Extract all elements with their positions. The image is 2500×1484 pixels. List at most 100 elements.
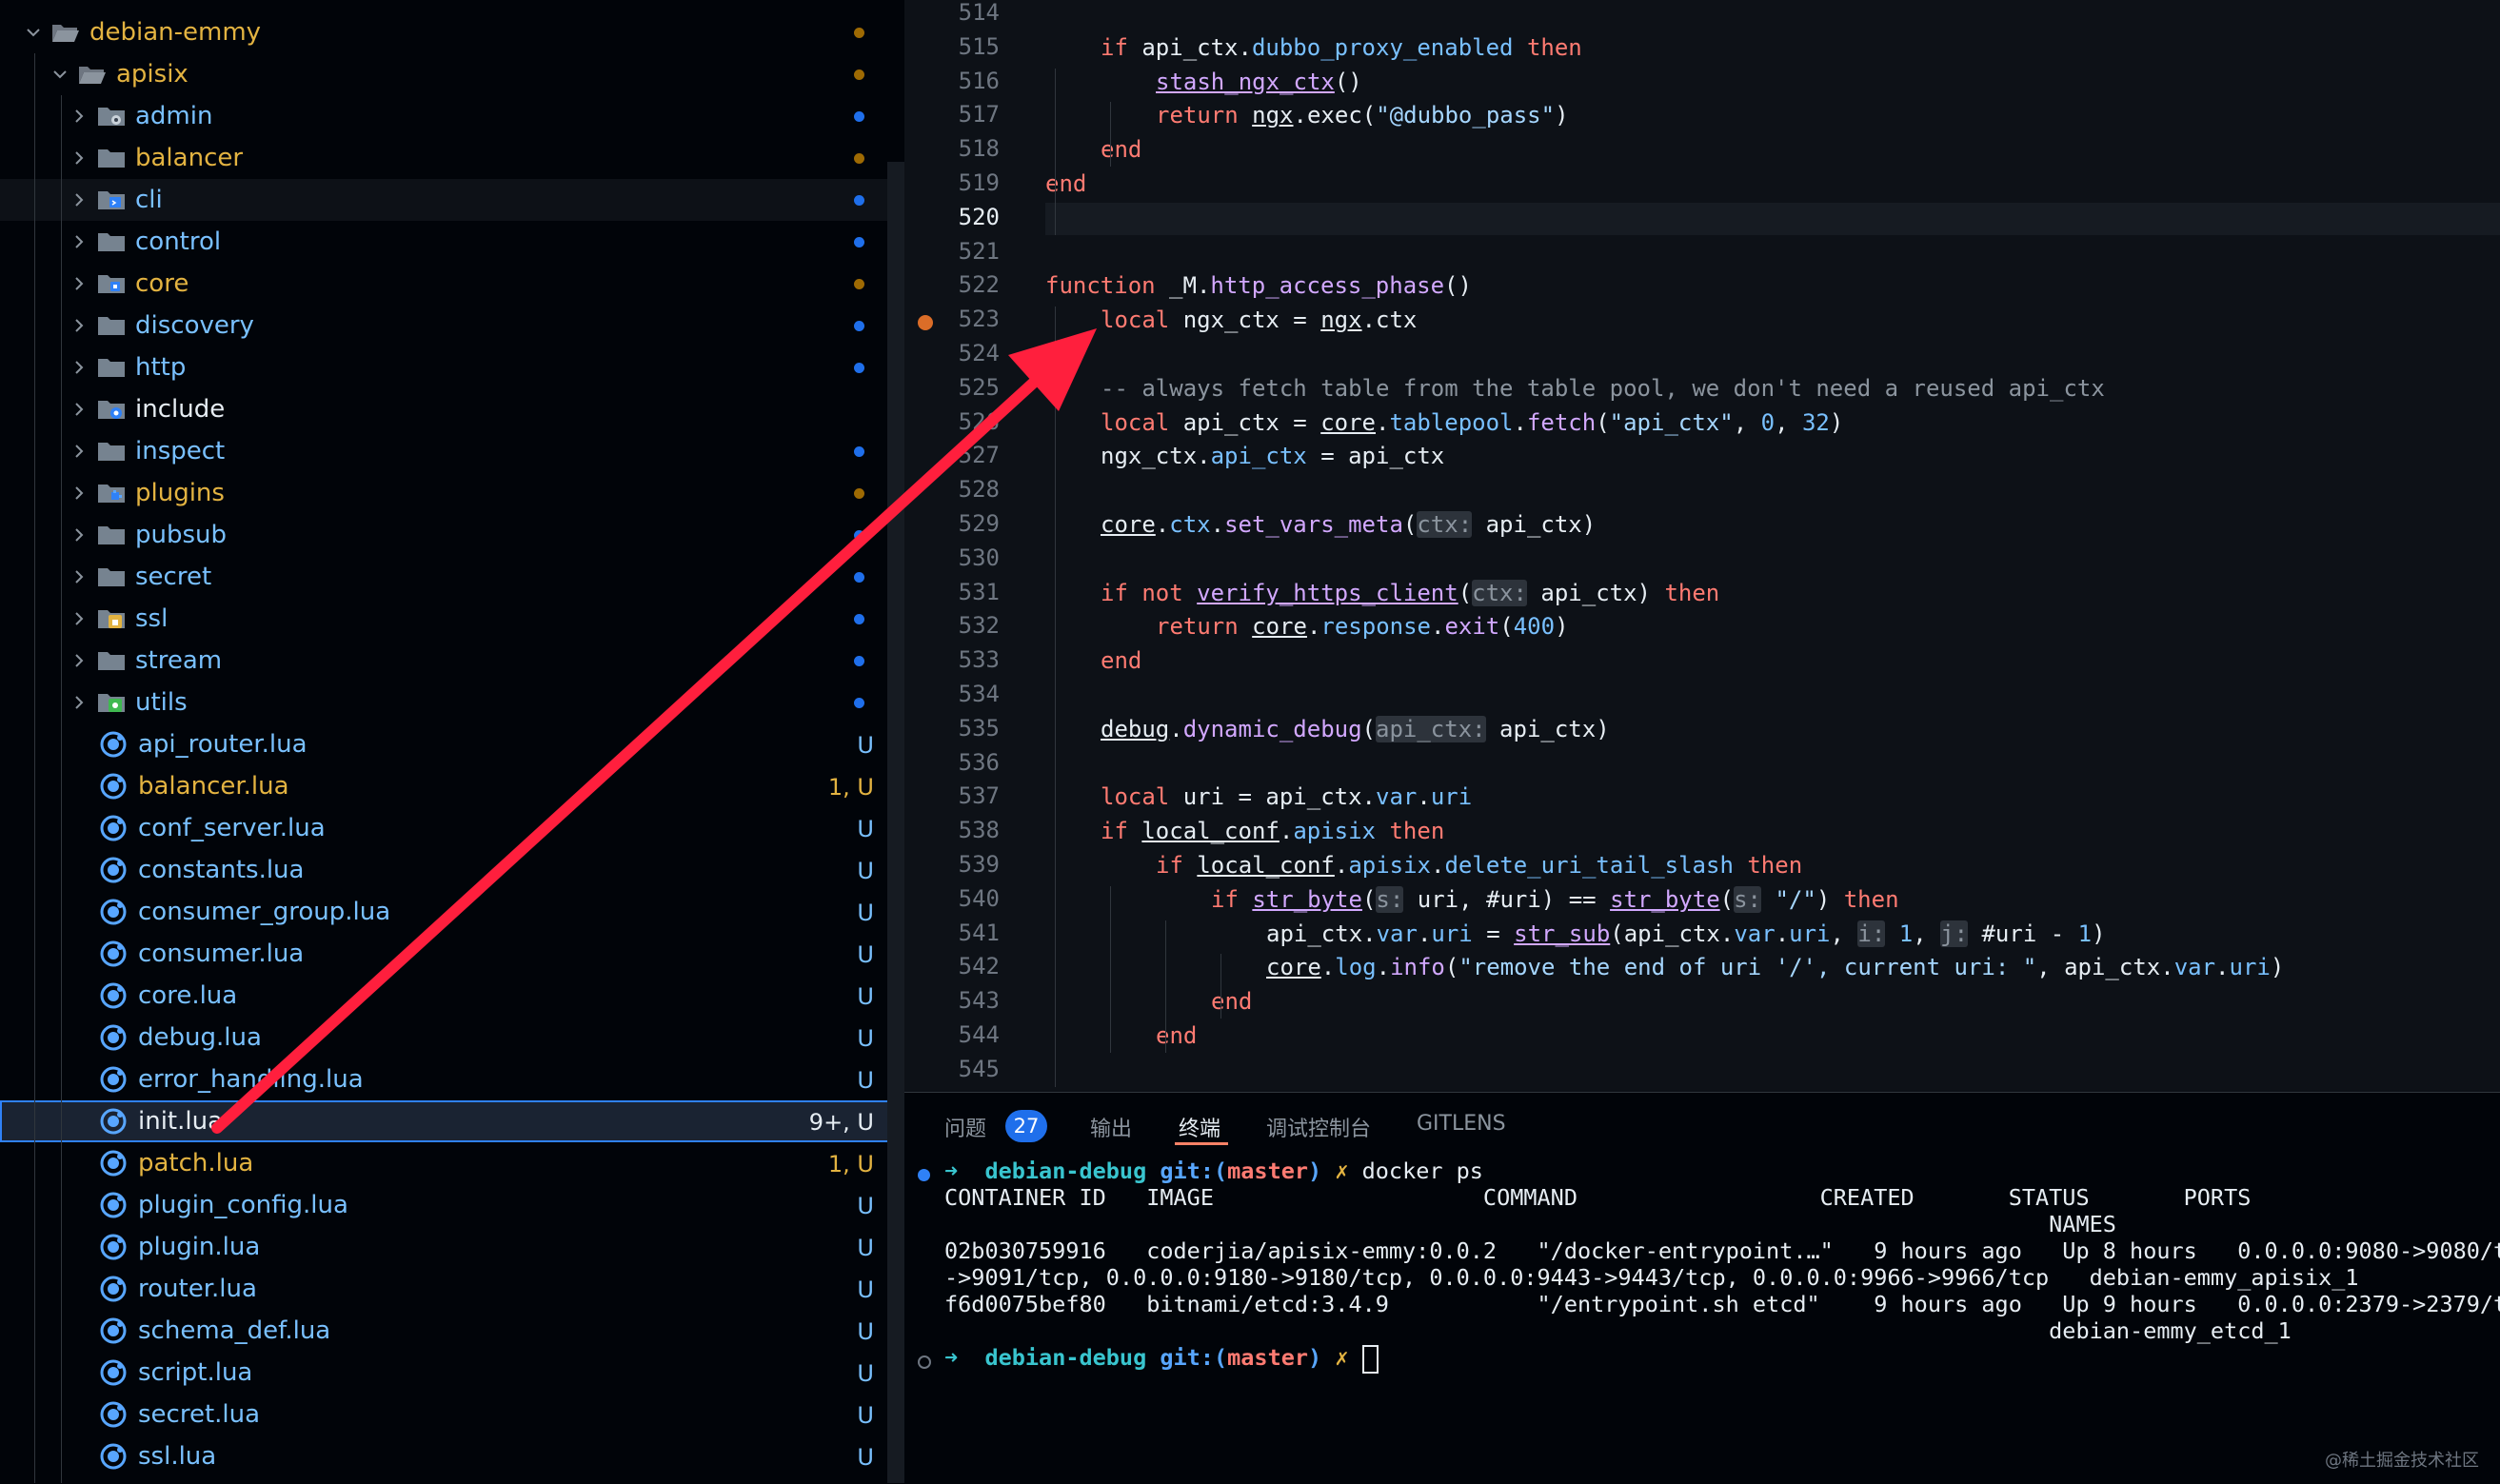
- chevron-right-icon[interactable]: [67, 690, 91, 715]
- line-number[interactable]: 537: [904, 782, 1000, 809]
- line-number[interactable]: 543: [904, 987, 1000, 1014]
- code-line[interactable]: return core.response.exit(400): [1156, 609, 1569, 643]
- file-row[interactable]: constants.lua U: [0, 849, 904, 891]
- code-line[interactable]: stash_ngx_ctx(): [1156, 65, 1362, 99]
- file-row[interactable]: consumer.lua U: [0, 933, 904, 975]
- code-line[interactable]: if str_byte(s: uri, #uri) == str_byte(s:…: [1211, 882, 1899, 917]
- chevron-down-icon[interactable]: [48, 62, 72, 87]
- chevron-right-icon[interactable]: [67, 606, 91, 631]
- chevron-down-icon[interactable]: [21, 20, 46, 45]
- panel-tab[interactable]: 终端: [1179, 1112, 1220, 1142]
- code-line[interactable]: function _M.http_access_phase(): [1045, 268, 1472, 303]
- line-number[interactable]: 533: [904, 646, 1000, 673]
- file-row[interactable]: debug.lua U: [0, 1017, 904, 1059]
- file-label[interactable]: constants.lua: [138, 856, 304, 884]
- line-number[interactable]: 521: [904, 238, 1000, 265]
- folder-row[interactable]: cli: [0, 179, 904, 221]
- file-label[interactable]: debug.lua: [138, 1023, 262, 1052]
- line-number[interactable]: 544: [904, 1021, 1000, 1048]
- code-line[interactable]: -- always fetch table from the table poo…: [1101, 371, 2105, 406]
- line-number[interactable]: 522: [904, 271, 1000, 298]
- line-number[interactable]: 531: [904, 579, 1000, 605]
- code-line[interactable]: if local_conf.apisix.delete_uri_tail_sla…: [1156, 848, 1802, 882]
- file-row[interactable]: balancer.lua 1, U: [0, 765, 904, 807]
- line-number[interactable]: 532: [904, 612, 1000, 639]
- code-line[interactable]: debug.dynamic_debug(api_ctx: api_ctx): [1101, 712, 1610, 746]
- file-row[interactable]: ssl.lua U: [0, 1435, 904, 1477]
- file-row[interactable]: init.lua 9+, U: [0, 1100, 904, 1142]
- line-number[interactable]: 520: [904, 204, 1000, 230]
- code-line[interactable]: if api_ctx.dubbo_proxy_enabled then: [1101, 30, 1582, 65]
- file-label[interactable]: patch.lua: [138, 1149, 253, 1177]
- code-line[interactable]: end: [1101, 643, 1141, 678]
- folder-row[interactable]: balancer: [0, 137, 904, 179]
- chevron-right-icon[interactable]: [67, 564, 91, 589]
- line-number[interactable]: 519: [904, 169, 1000, 196]
- file-row[interactable]: script.lua U: [0, 1352, 904, 1394]
- file-label[interactable]: router.lua: [138, 1275, 257, 1303]
- chevron-right-icon[interactable]: [67, 648, 91, 673]
- code-line[interactable]: local ngx_ctx = ngx.ctx: [1101, 303, 1417, 337]
- file-row[interactable]: api_router.lua U: [0, 723, 904, 765]
- code-line[interactable]: end: [1211, 984, 1252, 1019]
- file-row[interactable]: router.lua U: [0, 1268, 904, 1310]
- file-label[interactable]: ssl.lua: [138, 1442, 216, 1471]
- chevron-right-icon[interactable]: [67, 397, 91, 422]
- folder-row[interactable]: apisix: [0, 53, 904, 95]
- line-number[interactable]: 545: [904, 1056, 1000, 1082]
- chevron-right-icon[interactable]: [67, 523, 91, 547]
- chevron-right-icon[interactable]: [67, 146, 91, 170]
- chevron-right-icon[interactable]: [67, 439, 91, 464]
- file-row[interactable]: consumer_group.lua U: [0, 891, 904, 933]
- code-line[interactable]: return ngx.exec("@dubbo_pass"): [1156, 98, 1569, 132]
- file-label[interactable]: api_router.lua: [138, 730, 308, 759]
- line-number[interactable]: 517: [904, 101, 1000, 128]
- folder-row[interactable]: discovery: [0, 305, 904, 346]
- code-line[interactable]: api_ctx.var.uri = str_sub(api_ctx.var.ur…: [1266, 917, 2106, 951]
- line-number[interactable]: 524: [904, 340, 1000, 366]
- folder-row[interactable]: control: [0, 221, 904, 263]
- code-line[interactable]: if not verify_https_client(ctx: api_ctx)…: [1101, 576, 1719, 610]
- line-number[interactable]: 515: [904, 33, 1000, 60]
- folder-row[interactable]: admin: [0, 95, 904, 137]
- line-number[interactable]: 528: [904, 476, 1000, 503]
- chevron-right-icon[interactable]: [67, 481, 91, 505]
- file-row[interactable]: conf_server.lua U: [0, 807, 904, 849]
- folder-row[interactable]: pubsub: [0, 514, 904, 556]
- folder-row[interactable]: ssl: [0, 598, 904, 640]
- file-label[interactable]: consumer.lua: [138, 940, 304, 968]
- line-number[interactable]: 539: [904, 851, 1000, 878]
- code-line[interactable]: core.ctx.set_vars_meta(ctx: api_ctx): [1101, 507, 1596, 542]
- line-number[interactable]: 518: [904, 135, 1000, 162]
- file-label[interactable]: plugin.lua: [138, 1233, 260, 1261]
- file-row[interactable]: error_handling.lua U: [0, 1059, 904, 1100]
- folder-row[interactable]: include: [0, 388, 904, 430]
- file-label[interactable]: init.lua: [138, 1107, 223, 1136]
- file-row[interactable]: plugin_config.lua U: [0, 1184, 904, 1226]
- line-number[interactable]: 542: [904, 953, 1000, 979]
- code-line[interactable]: local api_ctx = core.tablepool.fetch("ap…: [1101, 406, 1843, 440]
- file-row[interactable]: schema_def.lua U: [0, 1310, 904, 1352]
- chevron-right-icon[interactable]: [67, 313, 91, 338]
- chevron-right-icon[interactable]: [67, 355, 91, 380]
- line-number[interactable]: 536: [904, 749, 1000, 776]
- chevron-right-icon[interactable]: [67, 229, 91, 254]
- line-number[interactable]: 527: [904, 442, 1000, 468]
- file-label[interactable]: conf_server.lua: [138, 814, 326, 842]
- folder-row[interactable]: plugins: [0, 472, 904, 514]
- folder-row[interactable]: stream: [0, 640, 904, 682]
- file-row[interactable]: secret.lua U: [0, 1394, 904, 1435]
- line-number[interactable]: 540: [904, 885, 1000, 912]
- file-label[interactable]: balancer.lua: [138, 772, 289, 801]
- file-label[interactable]: secret.lua: [138, 1400, 260, 1429]
- folder-row[interactable]: core: [0, 263, 904, 305]
- panel-tab[interactable]: 问题: [944, 1112, 986, 1142]
- file-label[interactable]: core.lua: [138, 981, 237, 1010]
- file-row[interactable]: patch.lua 1, U: [0, 1142, 904, 1184]
- file-label[interactable]: schema_def.lua: [138, 1316, 330, 1345]
- line-number[interactable]: 525: [904, 374, 1000, 401]
- code-editor[interactable]: 514 515 516 517 518 519 520 521 522 523 524 525 526 5…: [904, 0, 2500, 1092]
- sidebar-scrollbar[interactable]: [887, 162, 904, 1483]
- line-number[interactable]: 516: [904, 68, 1000, 94]
- line-number[interactable]: 526: [904, 408, 1000, 435]
